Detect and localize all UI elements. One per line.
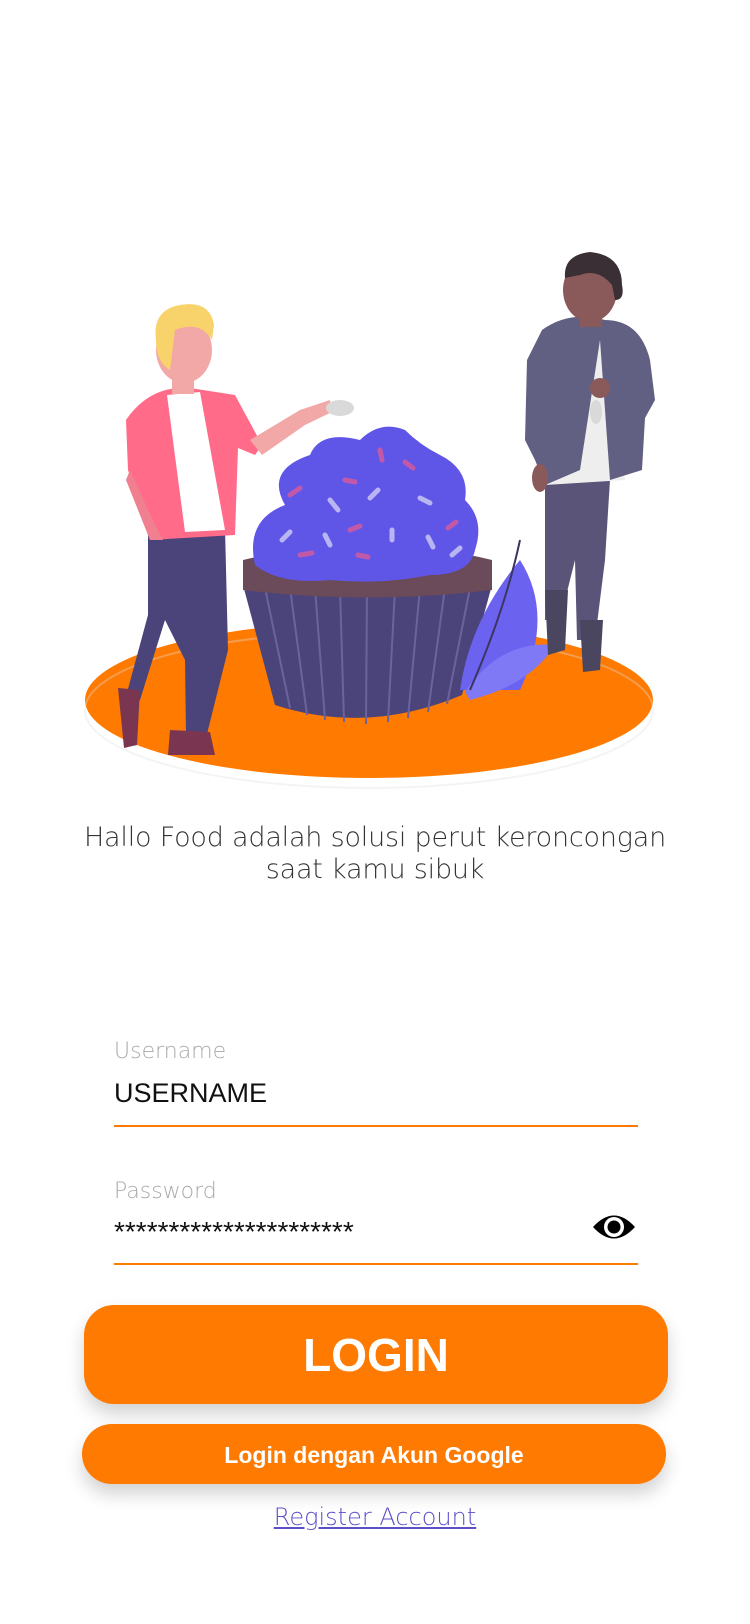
right-person: [525, 252, 655, 672]
username-input[interactable]: USERNAME: [114, 1078, 638, 1125]
cupcake-people-illustration: [84, 252, 655, 789]
tagline-text: Hallo Food adalah solusi perut keroncong…: [83, 822, 667, 885]
register-account-link[interactable]: Register Account: [0, 1503, 750, 1531]
username-field[interactable]: Username USERNAME: [114, 1039, 638, 1127]
google-login-button[interactable]: Login dengan Akun Google: [82, 1424, 666, 1484]
hero-illustration: [0, 0, 750, 800]
password-input[interactable]: **********************: [114, 1216, 638, 1264]
eye-icon[interactable]: [590, 1207, 638, 1247]
username-label: Username: [114, 1039, 227, 1064]
login-button[interactable]: LOGIN: [84, 1305, 668, 1404]
password-field[interactable]: Password **********************: [114, 1179, 638, 1265]
password-label: Password: [114, 1179, 217, 1204]
